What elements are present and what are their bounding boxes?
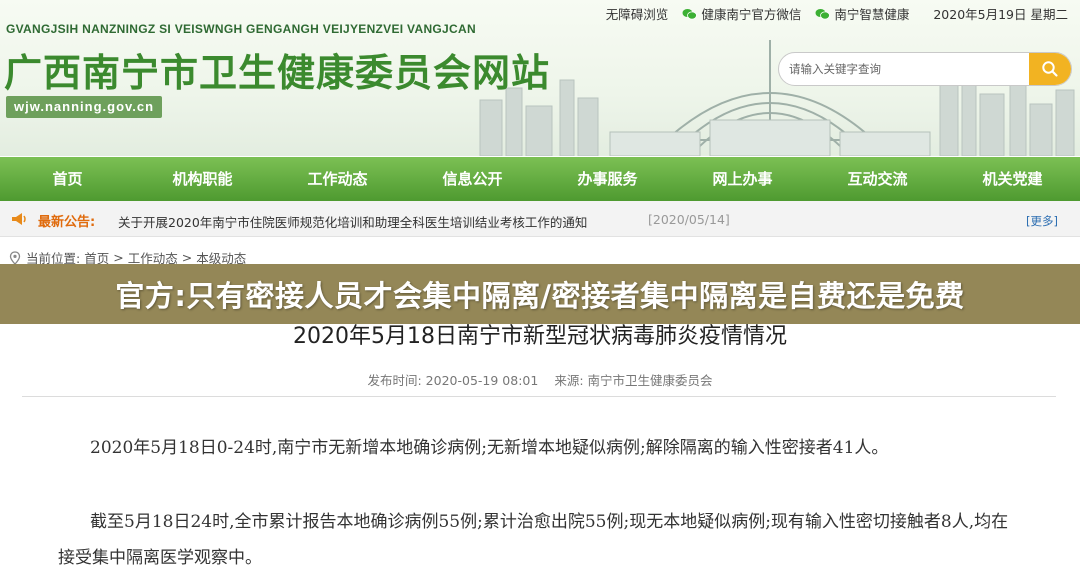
site-name-english: GVANGJSIH NANZNINGZ SI VEISWNGH GENGANGH… xyxy=(6,22,476,36)
nav-item-online-services[interactable]: 网上办事 xyxy=(675,157,810,201)
breadcrumb-separator: > xyxy=(181,250,193,265)
headline-banner: 官方:只有密接人员才会集中隔离/密接者集中隔离是自费还是免费 xyxy=(0,264,1080,324)
breadcrumb-separator: > xyxy=(113,250,124,265)
notice-date: [2020/05/14] xyxy=(648,212,730,227)
wechat-official-link[interactable]: 健康南宁官方微信 xyxy=(682,4,801,23)
wechat-icon xyxy=(682,8,698,19)
search-button[interactable] xyxy=(1029,53,1071,85)
article-source: 来源: 南宁市卫生健康委员会 xyxy=(554,373,713,388)
nav-item-party-building[interactable]: 机关党建 xyxy=(945,157,1080,201)
notice-label: 最新公告: xyxy=(38,215,96,230)
wechat-official-label: 健康南宁官方微信 xyxy=(701,7,802,22)
article-paragraph: 截至5月18日24时,全市累计报告本地确诊病例55例;累计治愈出院55例;现无本… xyxy=(58,512,1009,568)
top-links: 无障碍浏览 健康南宁官方微信 南宁智慧健康 2020年5月19日 星期二 xyxy=(606,4,1068,23)
current-date: 2020年5月19日 星期二 xyxy=(933,7,1068,22)
smart-health-label: 南宁智慧健康 xyxy=(834,7,910,22)
notice-link[interactable]: 关于开展2020年南宁市住院医师规范化培训和助理全科医生培训结业考核工作的通知 xyxy=(118,212,587,231)
nav-item-organization[interactable]: 机构职能 xyxy=(135,157,270,201)
divider xyxy=(22,396,1056,397)
search-icon xyxy=(1042,61,1058,77)
notice-bar: 最新公告: 关于开展2020年南宁市住院医师规范化培训和助理全科医生培训结业考核… xyxy=(0,201,1080,237)
site-url-badge: wjw.nanning.gov.cn xyxy=(6,96,163,118)
wechat-icon xyxy=(815,8,831,19)
search-input[interactable] xyxy=(789,60,1029,78)
banner-text: 官方:只有密接人员才会集中隔离/密接者集中隔离是自费还是免费 xyxy=(115,279,965,313)
article-meta: 发布时间: 2020-05-19 08:01 来源: 南宁市卫生健康委员会 xyxy=(0,370,1080,389)
megaphone-icon xyxy=(12,213,26,225)
more-link[interactable]: [更多] xyxy=(1026,213,1058,229)
location-pin-icon xyxy=(9,250,21,265)
main-nav: 首页 机构职能 工作动态 信息公开 办事服务 网上办事 互动交流 机关党建 xyxy=(0,157,1080,201)
nav-item-work-news[interactable]: 工作动态 xyxy=(270,157,405,201)
publish-time: 发布时间: 2020-05-19 08:01 xyxy=(367,373,539,388)
search-box xyxy=(778,52,1072,86)
accessible-browsing-link[interactable]: 无障碍浏览 xyxy=(606,4,669,23)
nav-item-services[interactable]: 办事服务 xyxy=(540,157,675,201)
nav-item-info-disclosure[interactable]: 信息公开 xyxy=(405,157,540,201)
site-name-chinese[interactable]: 广西南宁市卫生健康委员会网站 xyxy=(4,42,550,97)
article-paragraph: 2020年5月18日0-24时,南宁市无新增本地确诊病例;无新增本地疑似病例;解… xyxy=(90,438,889,458)
smart-health-link[interactable]: 南宁智慧健康 xyxy=(815,4,909,23)
site-header: GVANGJSIH NANZNINGZ SI VEISWNGH GENGANGH… xyxy=(0,0,1080,156)
nav-item-home[interactable]: 首页 xyxy=(0,157,135,201)
nav-item-interaction[interactable]: 互动交流 xyxy=(810,157,945,201)
